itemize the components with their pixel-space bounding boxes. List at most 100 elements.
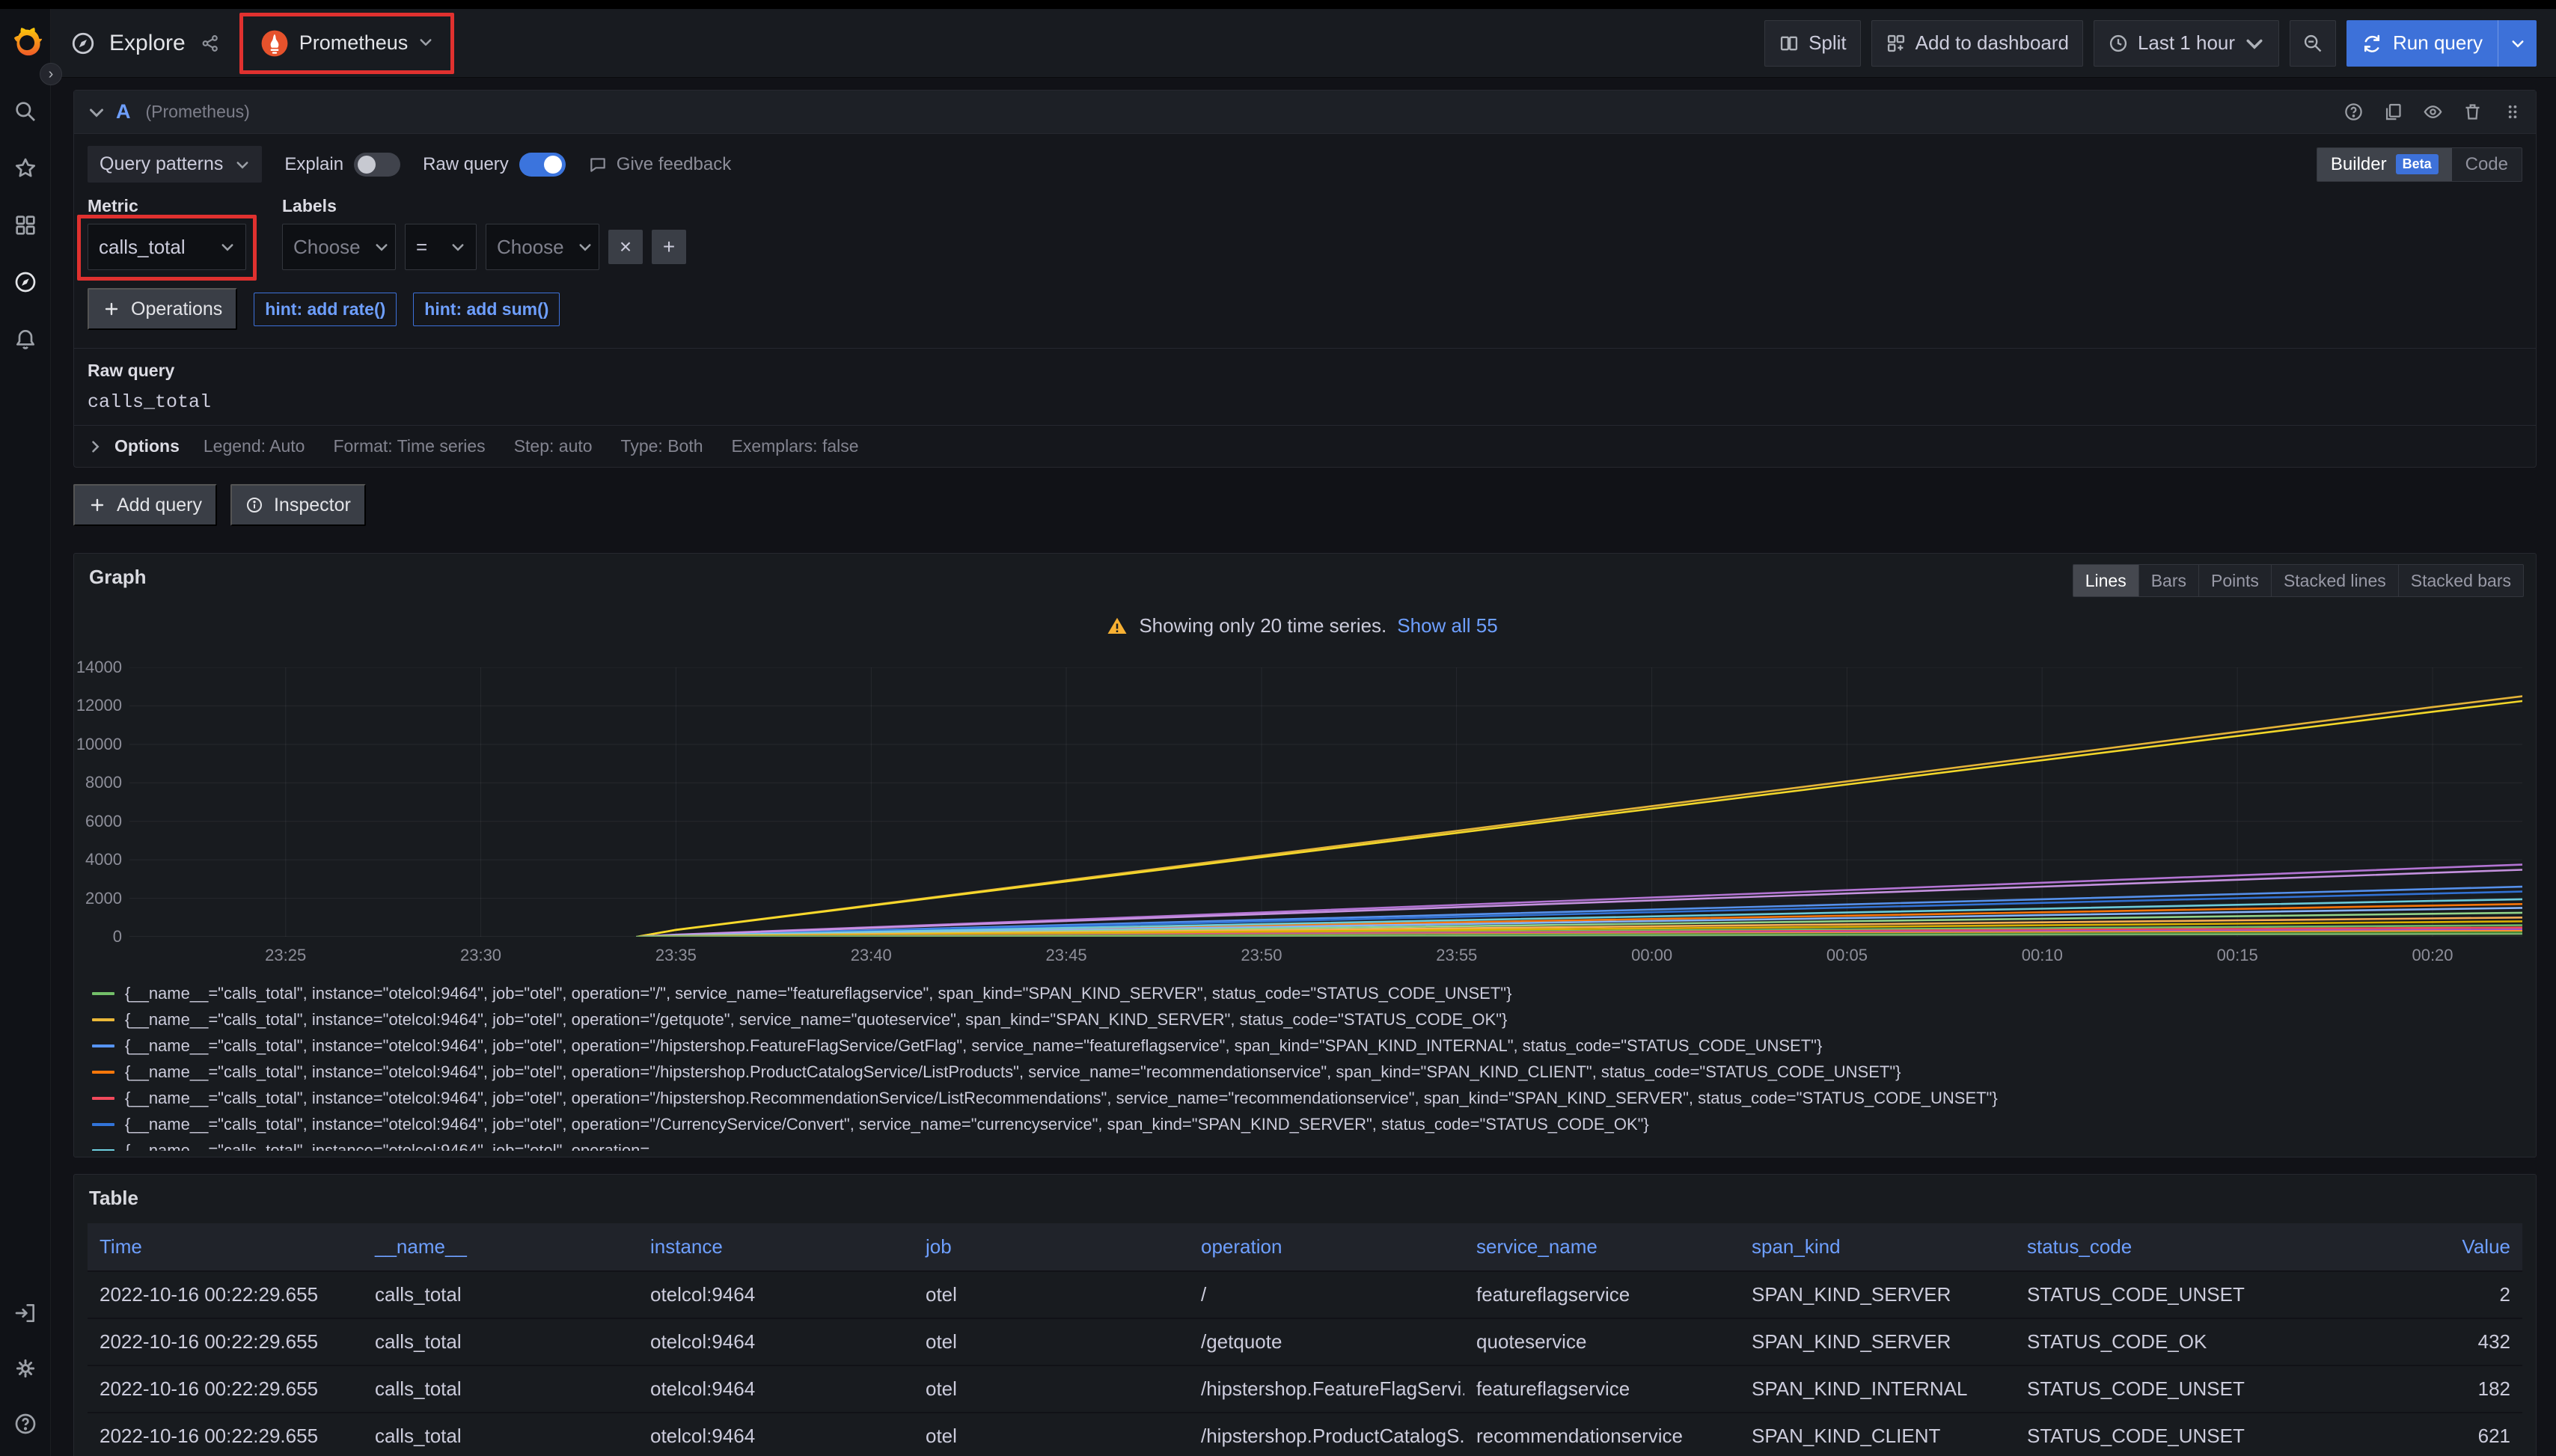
plus-icon xyxy=(88,496,106,514)
raw-query-toggle[interactable] xyxy=(519,153,566,177)
hint-add-rate-button[interactable]: hint: add rate() xyxy=(254,293,397,326)
split-button[interactable]: Split xyxy=(1764,20,1861,67)
label-operator-select[interactable]: = xyxy=(405,224,477,270)
query-patterns-dropdown[interactable]: Query patterns xyxy=(88,146,262,183)
query-ref-id[interactable]: A xyxy=(116,100,131,123)
query-row-header: A (Prometheus) xyxy=(74,91,2536,134)
legend-item[interactable]: {__name__="calls_total", instance="otelc… xyxy=(92,1033,2522,1059)
add-to-dashboard-label: Add to dashboard xyxy=(1916,31,2069,55)
label-value-select[interactable]: Choose xyxy=(486,224,599,270)
column-header-value[interactable]: Value xyxy=(2290,1223,2522,1271)
code-label: Code xyxy=(2465,154,2508,175)
graph-style-stacked-bars[interactable]: Stacked bars xyxy=(2398,564,2524,597)
chevron-down-icon xyxy=(418,31,433,55)
add-query-button[interactable]: Add query xyxy=(73,484,217,526)
alerting-bell-icon[interactable] xyxy=(13,326,38,352)
give-feedback-link[interactable]: Give feedback xyxy=(588,154,731,175)
grafana-logo[interactable] xyxy=(8,24,43,58)
table-cell: SPAN_KIND_SERVER xyxy=(1740,1271,2015,1318)
legend-item[interactable]: {__name__="calls_total", instance="otelc… xyxy=(92,1006,2522,1033)
top-navigation: Explore Prometheus Split xyxy=(51,9,2556,78)
operations-label: Operations xyxy=(131,299,222,320)
collapse-chevron-icon[interactable] xyxy=(88,103,106,121)
sign-in-icon[interactable] xyxy=(13,1300,38,1326)
chevron-down-icon xyxy=(374,239,389,254)
run-query-button[interactable]: Run query xyxy=(2346,20,2498,67)
legend-item[interactable]: {__name__="calls_total", instance="otelc… xyxy=(92,980,2522,1006)
graph-style-lines[interactable]: Lines xyxy=(2073,564,2139,597)
legend-label: {__name__="calls_total", instance="otelc… xyxy=(125,1115,1649,1134)
table-cell: calls_total xyxy=(363,1413,638,1456)
options-title[interactable]: Options xyxy=(114,436,180,456)
inspector-button[interactable]: Inspector xyxy=(230,484,366,526)
column-header-job[interactable]: job xyxy=(914,1223,1189,1271)
graph-style-bars[interactable]: Bars xyxy=(2138,564,2199,597)
table-cell: 621 xyxy=(2290,1413,2522,1456)
duplicate-query-icon[interactable] xyxy=(2383,102,2403,122)
share-icon[interactable] xyxy=(201,34,220,53)
settings-gear-icon[interactable] xyxy=(13,1356,38,1381)
page-title: Explore xyxy=(109,31,186,56)
help-circle-icon[interactable] xyxy=(2343,102,2364,122)
column-header-operation[interactable]: operation xyxy=(1189,1223,1464,1271)
builder-label: Builder xyxy=(2331,154,2387,175)
graph-style-points[interactable]: Points xyxy=(2198,564,2272,597)
refresh-icon xyxy=(2361,33,2382,54)
x-axis-label: 23:40 xyxy=(851,946,892,965)
table-cell: otel xyxy=(914,1365,1189,1413)
datasource-picker[interactable]: Prometheus xyxy=(250,22,444,65)
legend-item-partial[interactable]: {__name__="calls_total", instance="otelc… xyxy=(92,1137,2522,1151)
zoom-out-time-button[interactable] xyxy=(2290,20,2336,67)
labels-field: Labels Choose = Choose xyxy=(282,196,686,270)
column-header-servicename[interactable]: service_name xyxy=(1464,1223,1740,1271)
run-query-dropdown-caret[interactable] xyxy=(2498,20,2537,67)
hint-add-sum-button[interactable]: hint: add sum() xyxy=(413,293,560,326)
legend-color-dash xyxy=(92,1071,114,1074)
operations-button[interactable]: Operations xyxy=(88,288,237,330)
explain-toggle[interactable] xyxy=(354,153,400,177)
time-range-picker[interactable]: Last 1 hour xyxy=(2094,20,2279,67)
table-cell: otelcol:9464 xyxy=(638,1271,914,1318)
metric-field: Metric calls_total xyxy=(88,196,246,270)
plot-area[interactable] xyxy=(129,667,2522,937)
legend-label: {__name__="calls_total", instance="otelc… xyxy=(125,1141,664,1151)
add-to-dashboard-button[interactable]: Add to dashboard xyxy=(1871,20,2083,67)
clock-icon xyxy=(2108,33,2129,54)
builder-mode-button[interactable]: Builder Beta xyxy=(2317,148,2452,181)
legend-item[interactable]: {__name__="calls_total", instance="otelc… xyxy=(92,1059,2522,1085)
chart: 14000120001000080006000400020000 xyxy=(82,667,2522,937)
zoom-out-icon xyxy=(2302,33,2323,54)
graph-style-stacked-lines[interactable]: Stacked lines xyxy=(2271,564,2399,597)
legend-item[interactable]: {__name__="calls_total", instance="otelc… xyxy=(92,1085,2522,1111)
remove-label-filter-button[interactable]: × xyxy=(608,230,643,264)
help-icon[interactable] xyxy=(13,1411,38,1437)
sidebar-expand-button[interactable]: › xyxy=(40,63,62,85)
chevron-right-icon[interactable] xyxy=(88,439,103,454)
y-axis-label: 8000 xyxy=(85,773,122,792)
drag-handle-icon[interactable] xyxy=(2502,102,2522,122)
delete-query-trash-icon[interactable] xyxy=(2462,102,2483,122)
table-cell: /hipstershop.ProductCatalogS... xyxy=(1189,1413,1464,1456)
column-header-instance[interactable]: instance xyxy=(638,1223,914,1271)
dashboards-icon[interactable] xyxy=(13,212,38,238)
starred-icon[interactable] xyxy=(13,156,38,181)
show-all-series-link[interactable]: Show all 55 xyxy=(1397,614,1497,637)
metric-value: calls_total xyxy=(99,236,186,259)
code-mode-button[interactable]: Code xyxy=(2452,148,2522,181)
option-summary-item: Type: Both xyxy=(621,436,703,456)
metric-select[interactable]: calls_total xyxy=(88,224,246,270)
column-header-name[interactable]: __name__ xyxy=(363,1223,638,1271)
label-name-select[interactable]: Choose xyxy=(282,224,396,270)
column-header-spankind[interactable]: span_kind xyxy=(1740,1223,2015,1271)
table-row: 2022-10-16 00:22:29.655calls_totalotelco… xyxy=(88,1365,2522,1413)
column-header-statuscode[interactable]: status_code xyxy=(2015,1223,2290,1271)
legend-item[interactable]: {__name__="calls_total", instance="otelc… xyxy=(92,1111,2522,1137)
sidebar-item-explore[interactable] xyxy=(13,269,38,295)
table-cell: 2 xyxy=(2290,1271,2522,1318)
column-header-time[interactable]: Time xyxy=(88,1223,363,1271)
y-axis-label: 4000 xyxy=(85,850,122,869)
disable-query-eye-icon[interactable] xyxy=(2423,102,2443,122)
add-label-filter-button[interactable]: + xyxy=(652,230,686,264)
search-icon[interactable] xyxy=(13,99,38,124)
table-cell: 182 xyxy=(2290,1365,2522,1413)
